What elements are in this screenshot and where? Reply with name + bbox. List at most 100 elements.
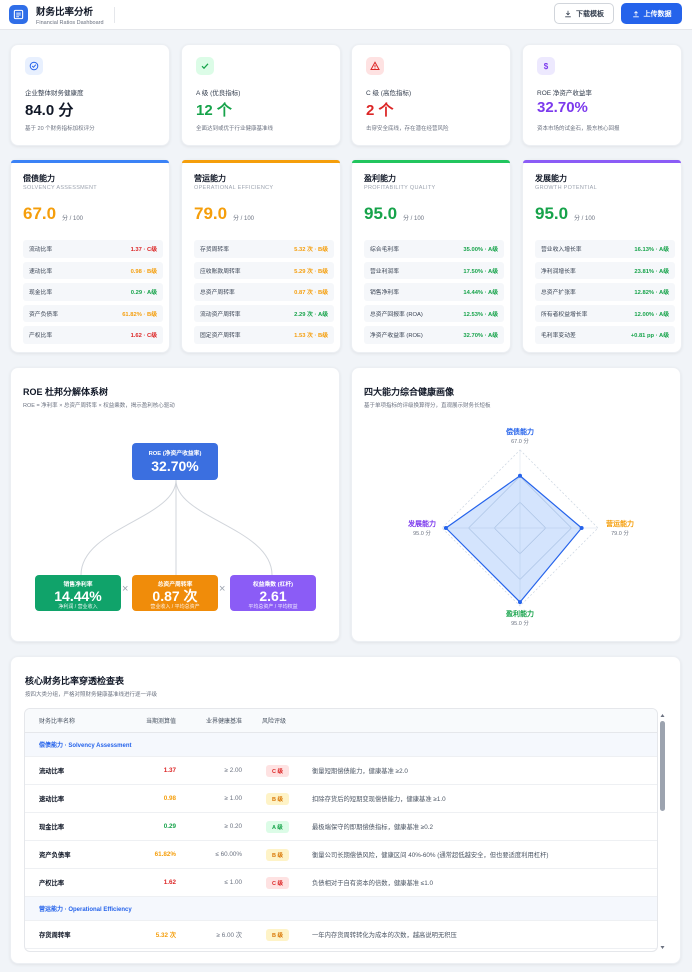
card-accent-bar bbox=[352, 160, 510, 163]
col-header-benchmark: 业界健康基准 bbox=[205, 719, 242, 725]
ratio-name-cell: 速动比率 bbox=[39, 796, 65, 803]
radar-score-area bbox=[444, 474, 583, 603]
ratio-value-cell: 5.32 次 bbox=[155, 932, 176, 939]
radar-axis-score: 95.0 分 bbox=[413, 529, 431, 537]
ratio-value: 0.87 次 · B级 bbox=[294, 290, 328, 297]
ratio-value: 12.82% · A级 bbox=[634, 290, 669, 297]
card-accent-bar bbox=[523, 160, 681, 163]
ratio-name: 综合毛利率 bbox=[370, 247, 399, 254]
scroll-down-icon[interactable] bbox=[660, 945, 665, 950]
ratio-value-cell: 0.29 bbox=[163, 823, 176, 830]
factor-value: 2.61 bbox=[259, 588, 287, 604]
radar-card: 四大能力综合健康画像 基于单项指标的评级换算得分，直观展示财务长短板 偿债能力 6… bbox=[351, 367, 681, 642]
grade-badge: B 级 bbox=[266, 792, 290, 805]
ratio-row: 流动资产周转率 2.29 次 · A级 bbox=[194, 304, 334, 322]
ratio-value: 61.82% · B级 bbox=[122, 311, 157, 318]
benchmark-cell: ≥ 1.00 bbox=[224, 795, 242, 802]
ratio-name: 净利润增长率 bbox=[541, 268, 576, 275]
ratio-row: 所有者权益增长率 12.00% · A级 bbox=[535, 304, 675, 322]
dimension-english-name: SOLVENCY ASSESSMENT bbox=[23, 185, 97, 191]
table-row[interactable]: 流动比率 1.37 ≥ 2.00 C 级 衡量短期偿债能力，健康基准 ≥2.0 bbox=[25, 757, 657, 785]
table-group-header: 营运能力 · Operational Efficiency bbox=[25, 897, 657, 921]
grade-badge: A 级 bbox=[266, 820, 289, 833]
score-unit: 分 / 100 bbox=[403, 216, 425, 222]
factor-value: 0.87 次 bbox=[152, 588, 198, 604]
ratio-name: 流动资产周转率 bbox=[200, 311, 241, 318]
ratio-row: 应收账款周转率 5.29 次 · B级 bbox=[194, 261, 334, 279]
ratio-row: 固定资产周转率 1.53 次 · B级 bbox=[194, 326, 334, 344]
ratio-description-cell: 衡量公司长期偿债风险，健康区间 40%-60% (通常超低越安全，但也要适度利用… bbox=[312, 852, 549, 859]
benchmark-cell: ≤ 60.00% bbox=[215, 851, 242, 858]
table-row[interactable]: 速动比率 0.98 ≥ 1.00 B 级 扣除存货后的短期变现偿债能力，健康基准… bbox=[25, 785, 657, 813]
card-accent-bar bbox=[182, 160, 340, 163]
ratio-row: 产权比率 1.62 · C级 bbox=[23, 326, 163, 344]
ratio-description-cell: 负债相对于自有资本的倍数，健康基准 ≤1.0 bbox=[312, 880, 434, 887]
table-row[interactable]: 存货周转率 5.32 次 ≥ 6.00 次 B 级 一年内存货周转转化为成本的次… bbox=[25, 921, 657, 949]
table-title: 核心财务比率穿透检查表 bbox=[25, 676, 125, 686]
ratio-description-cell: 一年内存货周转转化为成本的次数，越高说明无积压 bbox=[312, 932, 457, 939]
svg-text:$: $ bbox=[544, 62, 549, 71]
kpi-description: 击穿安全底线，存在潜在经营风险 bbox=[366, 126, 449, 132]
ratio-table[interactable]: 财务比率名称 当期测算值 业界健康基准 风险评级 偿债能力 · Solvency… bbox=[24, 708, 658, 952]
ratio-name: 存货周转率 bbox=[200, 247, 229, 254]
ratio-name: 固定资产周转率 bbox=[200, 333, 241, 340]
ratio-name: 总资产回报率 (ROA) bbox=[370, 311, 423, 318]
table-row[interactable]: 产权比率 1.62 ≤ 1.00 C 级 负债相对于自有资本的倍数，健康基准 ≤… bbox=[25, 869, 657, 897]
ratio-value: 32.70% · A级 bbox=[463, 333, 498, 340]
ratio-value: +0.81 pp · A级 bbox=[630, 333, 669, 340]
ratio-value: 14.44% · A级 bbox=[463, 290, 498, 297]
benchmark-cell: ≥ 2.00 bbox=[224, 767, 242, 774]
scroll-up-icon[interactable] bbox=[660, 713, 665, 718]
dimension-score: 95.0 bbox=[364, 204, 398, 223]
radar-axis-label: 营运能力 bbox=[606, 519, 634, 528]
ratio-value: 5.29 次 · B级 bbox=[294, 268, 328, 275]
ratio-value: 0.98 · B级 bbox=[130, 268, 157, 275]
ratio-value: 12.53% · A级 bbox=[463, 311, 498, 318]
app-subtitle: Financial Ratios Dashboard bbox=[36, 19, 104, 26]
radar-axis-score: 67.0 分 bbox=[511, 437, 529, 445]
radar-point bbox=[443, 526, 448, 530]
benchmark-cell: ≤ 1.00 bbox=[224, 879, 242, 886]
ratio-name: 总资产周转率 bbox=[200, 290, 235, 297]
warning-icon bbox=[366, 57, 384, 75]
ratio-row: 速动比率 0.98 · B级 bbox=[23, 261, 163, 279]
factor-title: 权益乘数 (杠杆) bbox=[252, 582, 294, 588]
dimension-card: 偿债能力 SOLVENCY ASSESSMENT 67.0 分 / 100 流动… bbox=[10, 159, 170, 353]
divider bbox=[113, 6, 115, 23]
kpi-description: 全面达到或优于行业健康基准线 bbox=[196, 126, 274, 132]
ratio-row: 资产负债率 61.82% · B级 bbox=[23, 304, 163, 322]
kpi-card: $ ROE 净资产收益率 32.70% 资本市场的试金石，股东核心回报 bbox=[522, 44, 682, 146]
kpi-description: 基于 20 个财务指标加权评分 bbox=[25, 126, 95, 132]
kpi-value: 32.70% bbox=[537, 99, 588, 116]
ratio-row: 净资产收益率 (ROE) 32.70% · A级 bbox=[364, 326, 504, 344]
score-unit: 分 / 100 bbox=[574, 216, 596, 222]
radar-point bbox=[579, 526, 584, 530]
radar-chart: 偿债能力67.0 分营运能力79.0 分盈利能力95.0 分发展能力95.0 分 bbox=[407, 427, 634, 627]
table-subtitle: 按四大类分组，严格对照财务健康基准线进行逐一评级 bbox=[25, 692, 158, 698]
dimension-name: 发展能力 bbox=[535, 174, 567, 183]
radar-point bbox=[518, 600, 522, 605]
dupont-root-title: ROE (净资产收益率) bbox=[148, 451, 202, 457]
table-row[interactable]: 资产负债率 61.82% ≤ 60.00% B 级 衡量公司长期偿债风险，健康区… bbox=[25, 841, 657, 869]
dollar-icon: $ bbox=[537, 57, 555, 75]
table-row[interactable]: 现金比率 0.29 ≥ 0.20 A 级 最极端保守的即期偿债指标，健康基准 ≥… bbox=[25, 813, 657, 841]
download-template-button[interactable]: 下载模板 bbox=[554, 3, 614, 24]
kpi-label: 企业整体财务健康度 bbox=[25, 90, 84, 97]
scrollbar-thumb[interactable] bbox=[660, 721, 665, 811]
kpi-card: 企业整体财务健康度 84.0 分 基于 20 个财务指标加权评分 bbox=[10, 44, 170, 146]
check-icon bbox=[196, 57, 214, 75]
upload-icon bbox=[632, 10, 639, 17]
factor-formula: 净利润 / 营业收入 bbox=[58, 604, 98, 610]
dimension-card: 营运能力 OPERATIONAL EFFICIENCY 79.0 分 / 100… bbox=[181, 159, 341, 353]
table-scrollbar[interactable] bbox=[660, 713, 665, 951]
ratio-row: 现金比率 0.29 · A级 bbox=[23, 283, 163, 301]
dupont-root-value: 32.70% bbox=[151, 458, 199, 474]
ratio-name: 应收账款周转率 bbox=[200, 268, 241, 275]
ratio-name-cell: 产权比率 bbox=[39, 880, 65, 887]
ratio-value: 12.00% · A级 bbox=[634, 311, 669, 318]
ratio-value: 5.32 次 · B级 bbox=[294, 247, 328, 254]
ratio-row: 营业收入增长率 16.13% · A级 bbox=[535, 240, 675, 258]
ratio-name: 流动比率 bbox=[29, 247, 53, 254]
ratio-row: 总资产扩张率 12.82% · A级 bbox=[535, 283, 675, 301]
upload-data-button[interactable]: 上传数据 bbox=[621, 3, 682, 24]
